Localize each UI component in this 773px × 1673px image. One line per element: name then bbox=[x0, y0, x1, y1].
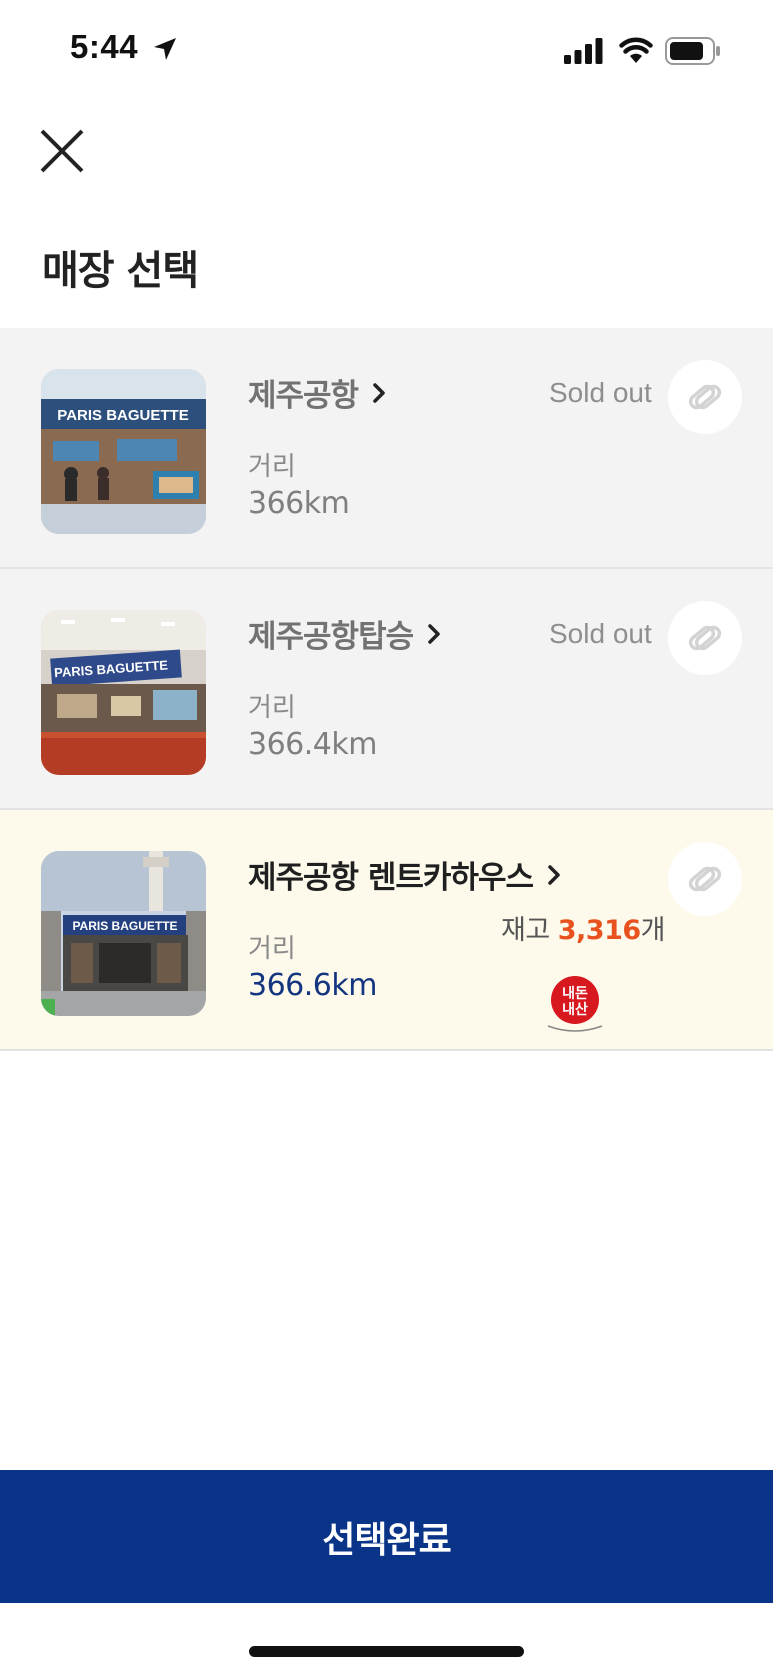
favorite-button[interactable] bbox=[668, 601, 742, 675]
distance-value: 366km bbox=[248, 486, 350, 521]
distance-label: 거리 bbox=[248, 934, 296, 964]
store-list: PARIS BAGUETTE 제주공항 Sold out 거리 366km PA… bbox=[0, 328, 773, 1051]
sold-out-label: Sold out bbox=[549, 618, 652, 649]
close-button[interactable] bbox=[38, 127, 86, 175]
favorite-link-icon bbox=[688, 866, 722, 892]
store-name: 제주공항 렌트카하우스 bbox=[248, 860, 534, 896]
store-name: 제주공항탑승 bbox=[248, 619, 414, 655]
close-icon bbox=[40, 129, 84, 173]
store-item[interactable]: PARIS BAGUETTE 제주공항 Sold out 거리 366km bbox=[0, 328, 773, 569]
stock-prefix: 재고 bbox=[501, 915, 558, 946]
svg-text:PARIS BAGUETTE: PARIS BAGUETTE bbox=[57, 407, 188, 424]
home-indicator bbox=[249, 1646, 524, 1657]
store-name-link[interactable]: 제주공항 렌트카하우스 bbox=[248, 852, 561, 897]
distance-value: 366.4km bbox=[248, 727, 377, 762]
stock-count: 재고 3,316개 bbox=[501, 908, 666, 947]
stock-suffix: 개 bbox=[640, 915, 666, 946]
favorite-button[interactable] bbox=[668, 842, 742, 916]
chevron-right-icon bbox=[548, 864, 560, 885]
distance-label: 거리 bbox=[248, 452, 296, 482]
store-item[interactable]: PARIS BAGUETTE 제주공항 렌트카하우스 재고 3,316개 거리 … bbox=[0, 810, 773, 1051]
distance-label: 거리 bbox=[248, 693, 296, 723]
location-arrow-icon bbox=[154, 38, 176, 60]
status-time: 5:44 bbox=[70, 28, 139, 65]
chevron-right-icon bbox=[373, 382, 385, 403]
favorite-link-icon bbox=[688, 625, 722, 651]
favorite-link-icon bbox=[688, 384, 722, 410]
badge-line1: 내돈 bbox=[562, 986, 588, 1002]
store-photo: PARIS BAGUETTE bbox=[41, 610, 206, 775]
store-item[interactable]: PARIS BAGUETTE 제주공항탑승 Sold out 거리 366.4k… bbox=[0, 569, 773, 810]
page-title: 매장 선택 bbox=[42, 248, 199, 294]
status-bar: 5:44 bbox=[0, 0, 773, 100]
signal-icon bbox=[564, 38, 603, 64]
sold-out-label: Sold out bbox=[549, 377, 652, 408]
confirm-selection-button[interactable]: 선택완료 bbox=[0, 1470, 773, 1603]
store-photo: PARIS BAGUETTE bbox=[41, 369, 206, 534]
store-photo: PARIS BAGUETTE bbox=[41, 851, 206, 1016]
battery-icon bbox=[665, 37, 720, 65]
wifi-icon bbox=[619, 37, 653, 63]
favorite-button[interactable] bbox=[668, 360, 742, 434]
svg-text:PARIS BAGUETTE: PARIS BAGUETTE bbox=[72, 919, 177, 933]
distance-value: 366.6km bbox=[248, 968, 377, 1003]
naedon-naesan-badge: 내돈 내산 bbox=[547, 976, 603, 1032]
badge-line2: 내산 bbox=[562, 1001, 588, 1018]
store-name-link[interactable]: 제주공항 bbox=[248, 370, 386, 415]
store-name-link[interactable]: 제주공항탑승 bbox=[248, 611, 441, 656]
stock-number: 3,316 bbox=[557, 915, 641, 946]
store-name: 제주공항 bbox=[248, 378, 359, 414]
chevron-right-icon bbox=[428, 623, 440, 644]
